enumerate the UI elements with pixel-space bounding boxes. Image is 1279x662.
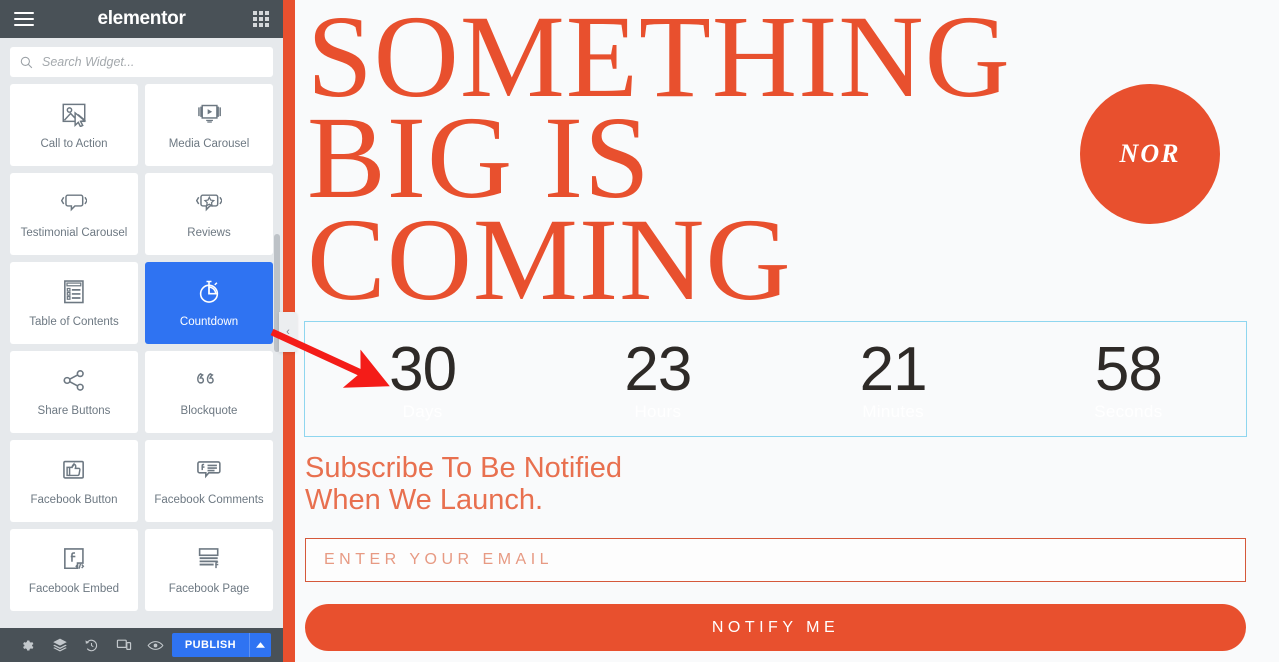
- settings-gear-icon[interactable]: [12, 628, 44, 662]
- widget-card-reviews[interactable]: Reviews: [145, 173, 273, 255]
- email-field[interactable]: [305, 538, 1246, 582]
- countdown-value: 21: [859, 334, 928, 404]
- notify-me-button[interactable]: NOTIFY ME: [305, 604, 1246, 651]
- subscribe-line-2: When We Launch.: [305, 484, 544, 517]
- widget-card-label: Call to Action: [40, 138, 108, 151]
- widget-card-facebook-embed[interactable]: Facebook Embed: [10, 529, 138, 611]
- video-slider-icon: [196, 99, 222, 129]
- widget-card-label: Share Buttons: [37, 405, 111, 418]
- subscribe-line-1: Subscribe To Be Notified: [305, 452, 623, 484]
- countdown-widget[interactable]: 30 Days 23 Hours 21 Minutes 58 Seconds: [304, 321, 1247, 437]
- chevron-left-icon: ‹: [286, 325, 290, 338]
- widget-card-call-to-action[interactable]: Call to Action: [10, 84, 138, 166]
- countdown-item-seconds: 58 Seconds: [1011, 334, 1246, 421]
- widget-card-label: Countdown: [179, 316, 239, 329]
- search-icon: [20, 56, 33, 68]
- list-document-icon: [61, 277, 87, 307]
- fb-comment-icon: [196, 455, 222, 485]
- share-nodes-icon: [61, 366, 87, 396]
- widget-card-label: Table of Contents: [29, 316, 119, 329]
- widget-list: Call to Action Media Carousel Testimonia…: [0, 84, 283, 628]
- panel-header: elementor: [0, 0, 283, 38]
- widget-card-label: Media Carousel: [168, 138, 250, 151]
- countdown-label: Days: [402, 401, 443, 421]
- stopwatch-icon: [196, 277, 222, 307]
- widget-card-facebook-comments[interactable]: Facebook Comments: [145, 440, 273, 522]
- widget-card-label: Facebook Button: [30, 494, 118, 507]
- countdown-value: 23: [624, 334, 692, 404]
- nor-badge: NOR: [1080, 84, 1220, 224]
- widget-panel: elementor Call to Action: [0, 0, 283, 662]
- navigator-layers-icon[interactable]: [44, 628, 76, 662]
- widget-card-blockquote[interactable]: Blockquote: [145, 351, 273, 433]
- widget-card-table-of-contents[interactable]: Table of Contents: [10, 262, 138, 344]
- widget-card-label: Reviews: [187, 227, 231, 240]
- widget-card-facebook-button[interactable]: Facebook Button: [10, 440, 138, 522]
- widget-card-facebook-page[interactable]: Facebook Page: [145, 529, 273, 611]
- search-box[interactable]: [10, 47, 273, 77]
- fb-embed-code-icon: [61, 544, 87, 574]
- page-canvas: SOMETHING BIG IS COMING NOR 30 Days 23 Ho…: [283, 0, 1279, 662]
- headline-line-3: COMING: [307, 193, 792, 325]
- widget-card-testimonial-carousel[interactable]: Testimonial Carousel: [10, 173, 138, 255]
- thumbs-up-icon: [61, 455, 87, 485]
- widget-grid: Call to Action Media Carousel Testimonia…: [10, 84, 273, 611]
- hamburger-icon[interactable]: [14, 12, 34, 26]
- publish-options-caret[interactable]: [249, 633, 272, 657]
- publish-group: PUBLISH: [171, 633, 272, 657]
- fb-page-icon: [196, 544, 222, 574]
- countdown-value: 58: [1094, 334, 1163, 404]
- countdown-item-days: 30 Days: [305, 334, 540, 421]
- widget-card-share-buttons[interactable]: Share Buttons: [10, 351, 138, 433]
- widget-card-label: Testimonial Carousel: [20, 227, 128, 240]
- widget-card-label: Facebook Comments: [154, 494, 264, 507]
- quote-marks-icon: [196, 366, 222, 396]
- widget-card-countdown[interactable]: Countdown: [145, 262, 273, 344]
- responsive-mode-icon[interactable]: [108, 628, 140, 662]
- countdown-item-hours: 23 Hours: [540, 334, 775, 421]
- countdown-label: Seconds: [1094, 401, 1163, 421]
- countdown-label: Hours: [634, 401, 682, 421]
- countdown-value: 30: [389, 334, 457, 404]
- elementor-editor: elementor Call to Action: [0, 0, 1279, 662]
- panel-footer: PUBLISH: [0, 628, 283, 662]
- email-input[interactable]: [324, 551, 1227, 569]
- apps-grid-icon[interactable]: [252, 11, 269, 27]
- widget-card-label: Blockquote: [180, 405, 238, 418]
- history-clock-icon[interactable]: [76, 628, 108, 662]
- elementor-logo-text: elementor: [97, 8, 186, 29]
- widget-card-label: Facebook Embed: [28, 583, 120, 596]
- star-bubble-icon: [196, 188, 222, 218]
- countdown-label: Minutes: [862, 401, 924, 421]
- search-input[interactable]: [42, 55, 263, 69]
- speech-bubble-icon: [61, 188, 87, 218]
- widget-card-media-carousel[interactable]: Media Carousel: [145, 84, 273, 166]
- widget-card-label: Facebook Page: [168, 583, 250, 596]
- publish-button[interactable]: PUBLISH: [171, 633, 250, 657]
- countdown-item-minutes: 21 Minutes: [776, 334, 1011, 421]
- subscribe-heading: Subscribe To Be Notified When We Launch.: [305, 452, 622, 517]
- collapse-panel-handle[interactable]: ‹: [279, 312, 297, 352]
- search-section: [0, 38, 283, 84]
- preview-eye-icon[interactable]: [140, 628, 172, 662]
- image-cursor-icon: [61, 99, 87, 129]
